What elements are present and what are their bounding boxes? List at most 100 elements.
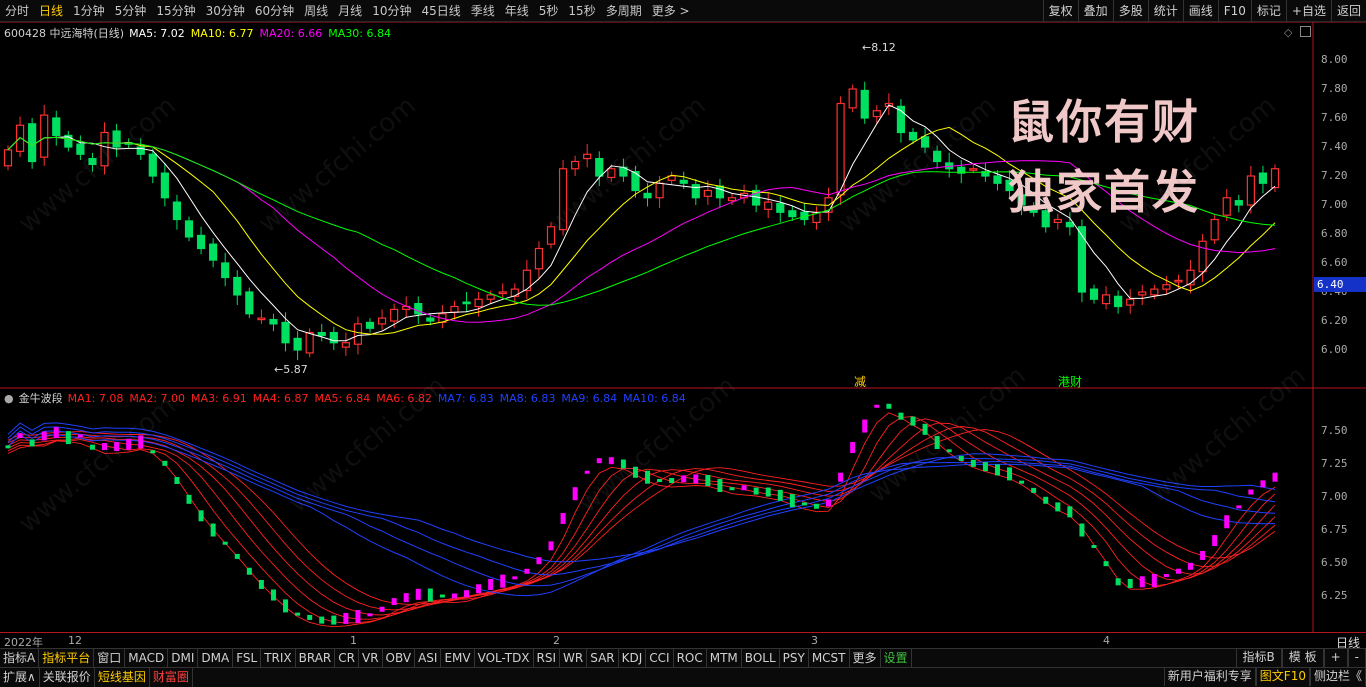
period-tab[interactable]: 季线 (466, 0, 500, 22)
status-item[interactable]: 图文F10 (1255, 667, 1310, 686)
toolbar-button[interactable]: 画线 (1182, 0, 1218, 22)
period-tab[interactable]: 1分钟 (68, 0, 110, 22)
period-tab[interactable]: 5秒 (534, 0, 564, 22)
ma-legend-item: MA20: 6.66 (259, 26, 323, 40)
period-tab[interactable]: 10分钟 (367, 0, 416, 22)
indicator-tab[interactable]: MCST (809, 649, 850, 668)
indicator-tab[interactable]: BRAR (296, 649, 336, 668)
period-tab[interactable]: 15分钟 (151, 0, 200, 22)
indicator-tab[interactable]: DMI (168, 649, 199, 668)
candle-body (462, 301, 471, 305)
indicator-tab[interactable]: MACD (125, 649, 169, 668)
sub-y-tick-label: 6.75 (1321, 523, 1348, 536)
band-bar (1151, 573, 1157, 587)
indicator-tab[interactable]: VR (359, 649, 383, 668)
indicator-tab[interactable]: EMV (441, 649, 475, 668)
promo-overlay-line1: 鼠你有财 (1008, 95, 1200, 149)
indicator-tab[interactable]: SAR (587, 649, 619, 668)
candle-body (40, 114, 49, 158)
period-tab[interactable]: 更多 > (647, 0, 695, 22)
band-bar (174, 477, 180, 484)
toolbar-button[interactable]: 复权 (1042, 0, 1078, 22)
toolbar-button[interactable]: 叠加 (1077, 0, 1113, 22)
candle-body (209, 243, 218, 261)
indicator-tab[interactable]: CCI (646, 649, 674, 668)
status-item[interactable]: 短线基因 (95, 668, 150, 687)
period-tab[interactable]: 60分钟 (250, 0, 299, 22)
candle-body (365, 321, 375, 329)
toolbar-button[interactable]: 标记 (1250, 0, 1286, 22)
indicator-tab[interactable]: FSL (233, 649, 262, 668)
main-chart-header: 600428 中远海特(日线) MA5: 7.02 MA10: 6.77 MA20:… (4, 25, 397, 41)
candle-body (920, 136, 930, 148)
candle-body (872, 110, 881, 118)
indicator-tab[interactable]: OBV (383, 649, 416, 668)
indicator-tab[interactable]: 设置 (881, 649, 912, 668)
toolbar-button[interactable]: 统计 (1147, 0, 1183, 22)
indicator-tab[interactable]: VOL-TDX (475, 649, 534, 668)
low-price-marker: ←5.87 (274, 363, 308, 376)
candle-body (377, 317, 387, 325)
indicator-tab[interactable]: ASI (415, 649, 442, 668)
indicator-tab[interactable]: DMA (198, 649, 234, 668)
band-bar (379, 606, 385, 612)
status-item[interactable]: 扩展∧ (0, 668, 40, 687)
indicator-tab[interactable]: TRIX (261, 649, 296, 668)
indicator-tab[interactable]: 指标A (0, 649, 40, 668)
status-item[interactable]: 侧边栏《 (1309, 667, 1366, 686)
indicator-right-button[interactable]: 指标B (1235, 648, 1282, 667)
indicator-tab[interactable]: PSY (780, 649, 809, 668)
indicator-tab[interactable]: RSI (534, 649, 561, 668)
period-tab[interactable]: 多周期 (601, 0, 647, 22)
indicator-right-button[interactable]: + (1323, 648, 1348, 667)
period-tab[interactable]: 5分钟 (110, 0, 152, 22)
band-bar (222, 541, 228, 545)
band-bar (982, 462, 988, 472)
status-item[interactable]: 关联报价 (40, 668, 95, 687)
candle-body (534, 247, 544, 270)
status-bar-right: 新用户福利专享 图文F10 侧边栏《 (1163, 667, 1366, 687)
status-item[interactable]: 新用户福利专享 (1163, 667, 1256, 686)
maximize-icon[interactable] (1300, 26, 1311, 37)
sub-ma-legend-item: MA10: 6.84 (623, 391, 686, 405)
status-item[interactable]: 财富圈 (150, 668, 193, 687)
indicator-tab[interactable]: KDJ (619, 649, 647, 668)
period-tab[interactable]: 分时 (0, 0, 34, 22)
toolbar-button[interactable]: F10 (1217, 0, 1251, 22)
band-bar (1260, 480, 1266, 488)
candle-body (788, 210, 797, 218)
event-tag-reduce[interactable]: 减 (854, 373, 866, 390)
indicator-tab[interactable]: 指标平台 (39, 649, 95, 668)
sub-indicator-name[interactable]: 金牛波段 (19, 390, 63, 406)
band-bar (898, 412, 904, 420)
band-bar (862, 419, 868, 433)
band-bar (1007, 467, 1013, 481)
indicator-tab[interactable]: 更多 (850, 649, 881, 668)
period-tab[interactable]: 30分钟 (201, 0, 250, 22)
indicator-tab[interactable]: ROC (674, 649, 707, 668)
event-tag-hk-finance[interactable]: 港财 (1058, 373, 1082, 390)
diamond-icon[interactable]: ◇ (1284, 26, 1292, 39)
toolbar-button[interactable]: 多股 (1112, 0, 1148, 22)
time-axis: 日线 2022年 12 1 2 3 4 (0, 632, 1366, 650)
period-tab[interactable]: 月线 (333, 0, 367, 22)
band-bar (886, 403, 892, 409)
period-tab[interactable]: 15秒 (563, 0, 600, 22)
period-tab[interactable]: 周线 (299, 0, 333, 22)
stock-label[interactable]: 600428 中远海特(日线) (4, 25, 124, 41)
indicator-right-button[interactable]: - (1347, 648, 1366, 667)
band-bar (367, 613, 373, 617)
indicator-right-button[interactable]: 模 板 (1281, 648, 1324, 667)
indicator-tab[interactable]: BOLL (742, 649, 780, 668)
indicator-tab[interactable]: MTM (707, 649, 742, 668)
period-tab[interactable]: 日线 (34, 0, 68, 22)
indicator-tab[interactable]: CR (335, 649, 359, 668)
band-bar (270, 589, 276, 601)
period-tab[interactable]: 45日线 (416, 0, 465, 22)
indicator-tab[interactable]: 窗口 (94, 649, 126, 668)
toolbar-button[interactable]: 返回 (1330, 0, 1366, 22)
indicator-tab[interactable]: WR (560, 649, 588, 668)
period-tab[interactable]: 年线 (500, 0, 534, 22)
toolbar-button[interactable]: +自选 (1285, 0, 1331, 22)
sub-indicator-icon[interactable]: ● (4, 392, 14, 405)
